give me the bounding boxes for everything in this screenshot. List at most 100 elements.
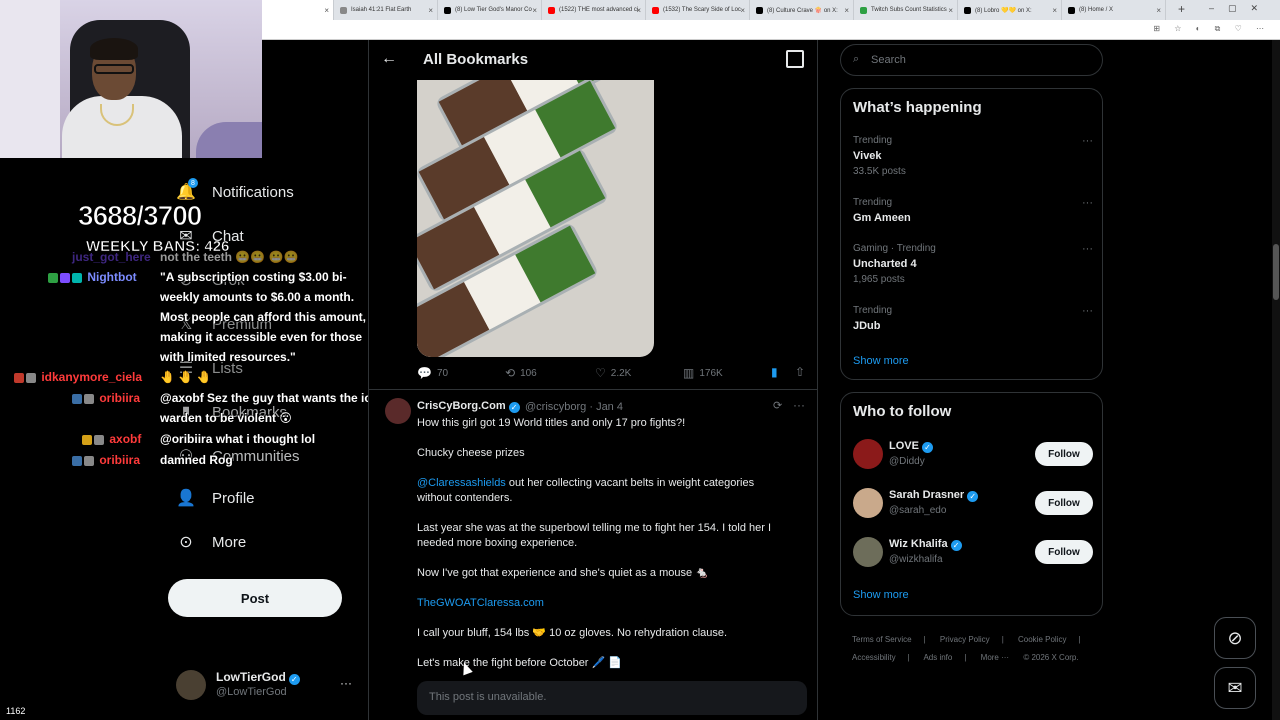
show-more-link[interactable]: Show more: [853, 589, 909, 601]
tab-close-icon[interactable]: ×: [740, 6, 745, 15]
trend-item[interactable]: Gaming · Trending Uncharted 4 1,965 post…: [853, 243, 1093, 285]
avatar[interactable]: [853, 439, 883, 469]
nav-more[interactable]: ⊙ More: [176, 532, 246, 552]
chat-message: making it accessible even for those: [160, 330, 363, 344]
post-image[interactable]: [417, 80, 654, 357]
grok-icon: ⊘: [1227, 627, 1243, 648]
tab-close-icon[interactable]: ×: [636, 6, 641, 15]
browser-tab[interactable]: Twitch Subs Count Statistics ×: [854, 0, 958, 20]
sub-goal-counter: 3688/3700: [77, 200, 202, 232]
search-box[interactable]: ⌕: [840, 44, 1103, 76]
follow-button[interactable]: Follow: [1035, 491, 1093, 515]
mod-badge-icon: [48, 272, 58, 283]
more-dots-icon[interactable]: ···: [1082, 305, 1093, 317]
chat-message: @axobf Sez the guy that wants the ice: [160, 391, 378, 405]
browser-tab[interactable]: (1532) The Scary Side of Loc ×: [646, 0, 750, 20]
footer-link[interactable]: Privacy Policy: [940, 635, 990, 644]
browser-tab[interactable]: (1522) THE most advanced ci ×: [542, 0, 646, 20]
bookmarks-feed[interactable]: ← All Bookmarks 💬 70 ⟲ 106 ♡ 2.2K ▥ 176K ▮ ⇧…: [368, 40, 818, 720]
post-divider: [369, 389, 817, 390]
tab-close-icon[interactable]: ×: [948, 6, 953, 15]
browser-tab[interactable]: (8) Home / X ×: [1062, 0, 1166, 20]
trend-item[interactable]: Trending Vivek 33.5K posts ···: [853, 135, 1093, 177]
follow-suggestion[interactable]: Wiz Khalifa ✓ @wizkhalifa Follow: [853, 535, 1093, 569]
tab-close-icon[interactable]: ×: [532, 6, 537, 15]
tweet-link[interactable]: TheGWOATClaressa.com: [417, 596, 797, 611]
person-icon: 👤: [176, 490, 196, 507]
back-arrow-icon[interactable]: ←: [381, 50, 397, 68]
page-scrollbar[interactable]: [1272, 40, 1280, 720]
chat-message: weekly amounts to $6.00 a month.: [160, 290, 355, 304]
tab-close-icon[interactable]: ×: [844, 6, 849, 15]
verified-icon: ✓: [967, 491, 979, 502]
tweet-text-line: Let's make the fight before October 🖊️ 📄: [417, 657, 622, 669]
reply-button[interactable]: 💬 70: [417, 366, 448, 380]
follow-suggestion[interactable]: LOVE ✓ @Diddy Follow: [853, 437, 1093, 471]
badge-icon: [72, 272, 82, 283]
copyright: © 2026 X Corp.: [1023, 653, 1079, 662]
browser-tab[interactable]: (8) Culture Crave 🍿 on X: ×: [750, 0, 854, 20]
trend-item[interactable]: Trending Gm Ameen ···: [853, 197, 1093, 224]
more-dots-icon[interactable]: ···: [1082, 135, 1093, 147]
tweet-author[interactable]: CrisCyBorg.Com ✓: [417, 400, 520, 413]
account-switcher[interactable]: LowTierGod ✓ @LowTierGod ···: [176, 668, 356, 702]
tab-label: (8) Low Tier God's Manor Co: [455, 7, 532, 13]
more-dots-icon[interactable]: ···: [793, 398, 805, 412]
avatar[interactable]: [853, 488, 883, 518]
window-controls[interactable]: –▢✕: [1209, 3, 1272, 14]
mention-link[interactable]: @Claressashields: [417, 477, 506, 489]
post-button[interactable]: Post: [168, 579, 342, 617]
chat-message: warden to be violent 😮: [160, 411, 292, 425]
scrollbar-thumb[interactable]: [1273, 244, 1279, 300]
avatar[interactable]: [853, 537, 883, 567]
bookmark-filled-icon[interactable]: ▮: [771, 365, 778, 379]
bookmark-folder-icon[interactable]: [786, 50, 804, 68]
new-tab-button[interactable]: +: [1178, 2, 1185, 16]
tab-label: (8) Culture Crave 🍿 on X:: [767, 7, 838, 14]
messages-button[interactable]: ✉: [1214, 667, 1256, 709]
follow-button[interactable]: Follow: [1035, 540, 1093, 564]
grok-icon[interactable]: ⟳: [773, 399, 782, 412]
search-icon: ⌕: [853, 53, 860, 65]
heart-icon: ♡: [595, 366, 606, 380]
like-button[interactable]: ♡ 2.2K: [595, 366, 631, 380]
browser-tab[interactable]: Isaiah 41:21 Flat Earth ×: [334, 0, 438, 20]
views-button[interactable]: ▥ 176K: [683, 366, 723, 380]
tab-close-icon[interactable]: ×: [1052, 6, 1057, 15]
tweet-handle[interactable]: @criscyborg · Jan 4: [525, 401, 623, 413]
repost-button[interactable]: ⟲ 106: [505, 366, 537, 380]
avatar[interactable]: [385, 398, 411, 424]
search-input[interactable]: [871, 52, 1091, 68]
footer-link[interactable]: Cookie Policy: [1018, 635, 1066, 644]
footer-link[interactable]: Terms of Service: [852, 635, 912, 644]
tab-label: Twitch Subs Count Statistics: [871, 7, 947, 13]
footer-link[interactable]: Ads info: [923, 653, 952, 662]
show-more-link[interactable]: Show more: [853, 355, 909, 367]
tab-favicon-icon: [964, 6, 971, 14]
nav-notifications[interactable]: 🔔 8 Notifications: [176, 178, 294, 202]
browser-toolbar-icons[interactable]: ⊞ ☆ ◐ ⧉ ♡ ⋯: [1153, 24, 1270, 34]
more-dots-icon[interactable]: ···: [1082, 197, 1093, 209]
follow-suggestion[interactable]: Sarah Drasner ✓ @sarah_edo Follow: [853, 486, 1093, 520]
chat-message: 🤚 🤚 🤚: [160, 370, 212, 384]
footer-link[interactable]: Accessibility: [852, 653, 896, 662]
share-icon[interactable]: ⇧: [795, 365, 805, 379]
tab-close-icon[interactable]: ×: [428, 6, 433, 15]
browser-tab[interactable]: ×: [262, 0, 334, 20]
grok-button[interactable]: ⊘: [1214, 617, 1256, 659]
tweet-text-line: How this girl got 19 World titles and on…: [417, 417, 686, 429]
more-dots-icon[interactable]: ···: [1082, 243, 1093, 255]
trend-item[interactable]: Trending JDub ···: [853, 305, 1093, 332]
nav-profile[interactable]: 👤 Profile: [176, 488, 255, 508]
reply-icon: 💬: [417, 366, 432, 380]
footer-link[interactable]: More ···: [981, 653, 1009, 662]
more-dots-icon[interactable]: ···: [340, 676, 352, 690]
tab-close-icon[interactable]: ×: [1156, 6, 1161, 15]
badge-icon: [82, 434, 92, 445]
webcam-streamer-hair: [90, 38, 138, 60]
browser-tab[interactable]: (8) Low Tier God's Manor Co ×: [438, 0, 542, 20]
avatar: [176, 670, 206, 700]
tab-close-icon[interactable]: ×: [324, 6, 329, 15]
browser-tab[interactable]: (8) Lobro 💛💛 on X: ×: [958, 0, 1062, 20]
follow-button[interactable]: Follow: [1035, 442, 1093, 466]
